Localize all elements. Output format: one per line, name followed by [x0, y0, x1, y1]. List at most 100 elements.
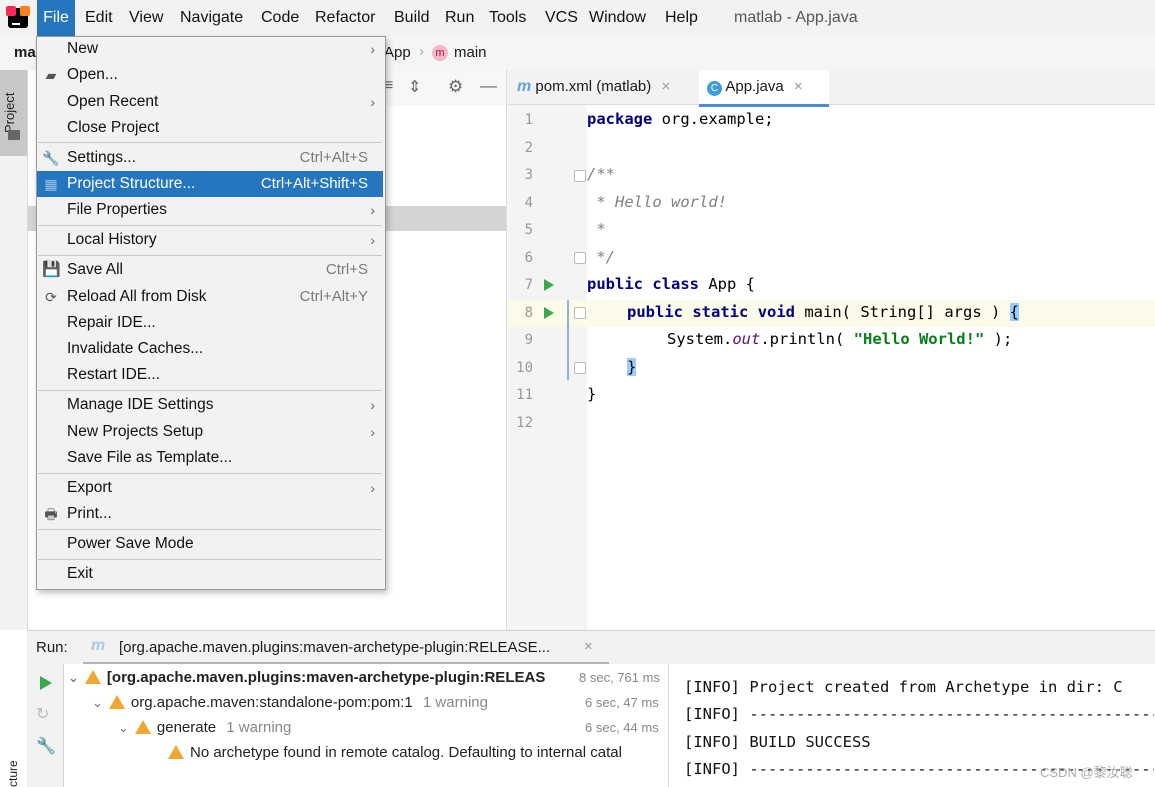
- save-icon: 💾: [42, 261, 61, 278]
- menu-item-open-recent[interactable]: Open Recent ›: [37, 89, 383, 115]
- tree-row[interactable]: ⌄ generate 1 warning: [118, 718, 291, 736]
- close-icon[interactable]: ×: [794, 78, 803, 95]
- menu-item-repair[interactable]: Repair IDE...: [37, 310, 383, 336]
- line-number: 9: [524, 332, 533, 348]
- close-icon[interactable]: ×: [584, 638, 593, 655]
- intellij-logo-icon[interactable]: [6, 6, 30, 28]
- fold-icon[interactable]: [574, 362, 586, 374]
- fold-icon[interactable]: [574, 307, 586, 319]
- code-line-4[interactable]: * Hello world!: [587, 193, 727, 211]
- minimize-icon[interactable]: —: [480, 76, 497, 96]
- chevron-right-icon: ›: [370, 232, 375, 248]
- line-number: 7: [524, 277, 533, 293]
- tree-row[interactable]: No archetype found in remote catalog. De…: [168, 743, 668, 761]
- expand-icon[interactable]: ⇕: [408, 77, 421, 97]
- refresh-icon: ⟳: [45, 289, 57, 305]
- close-icon[interactable]: ×: [661, 78, 670, 95]
- code-line-1[interactable]: package org.example;: [587, 110, 774, 128]
- run-label: Run:: [36, 639, 68, 656]
- menu-item-save-all[interactable]: 💾 Save All Ctrl+S: [37, 257, 383, 283]
- breadcrumb-class[interactable]: App: [384, 44, 411, 61]
- run-gutter-icon[interactable]: [544, 279, 554, 291]
- menu-separator: [38, 559, 382, 560]
- menu-item-close-project[interactable]: Close Project: [37, 115, 383, 141]
- menu-item-new-projects-setup[interactable]: New Projects Setup ›: [37, 419, 383, 445]
- menu-item-print[interactable]: 🖶 Print...: [37, 501, 383, 527]
- run-panel-header: Run: m [org.apache.maven.plugins:maven-a…: [27, 630, 1155, 665]
- menu-navigate[interactable]: Navigate: [180, 0, 243, 36]
- menu-edit[interactable]: Edit: [85, 0, 113, 36]
- fold-icon[interactable]: [574, 252, 586, 264]
- tab-app-java[interactable]: C App.java ×: [699, 70, 829, 107]
- breadcrumb-method[interactable]: main: [454, 44, 487, 61]
- menu-item-exit[interactable]: Exit: [37, 561, 383, 587]
- line-number: 10: [516, 360, 533, 376]
- menu-item-reload[interactable]: ⟳ Reload All from Disk Ctrl+Alt+Y: [37, 284, 383, 310]
- wrench-icon[interactable]: 🔧: [36, 736, 56, 756]
- code-line-3[interactable]: /**: [587, 165, 615, 183]
- class-icon: C: [707, 81, 722, 96]
- menu-refactor[interactable]: Refactor: [315, 0, 375, 36]
- chevron-right-icon: ›: [370, 94, 375, 110]
- fold-icon[interactable]: [574, 170, 586, 182]
- menu-item-new[interactable]: New ›: [37, 36, 383, 62]
- menu-item-settings[interactable]: 🔧 Settings... Ctrl+Alt+S: [37, 145, 383, 171]
- menu-item-project-structure[interactable]: ▦ Project Structure... Ctrl+Alt+Shift+S: [37, 171, 383, 197]
- tree-time: 6 sec, 44 ms: [585, 720, 659, 735]
- menu-window[interactable]: Window: [589, 0, 646, 36]
- menu-vcs[interactable]: VCS: [545, 0, 578, 36]
- tree-row[interactable]: ⌄ org.apache.maven:standalone-pom:pom:1 1…: [92, 693, 488, 711]
- menu-item-invalidate[interactable]: Invalidate Caches...: [37, 336, 383, 362]
- menu-view[interactable]: View: [129, 0, 163, 36]
- menu-build[interactable]: Build: [394, 0, 430, 36]
- watermark: CSDN @黎汝聪: [1040, 765, 1133, 780]
- breadcrumb-separator-icon: ›: [419, 43, 424, 60]
- line-number: 6: [524, 250, 533, 266]
- editor-tabs: m pom.xml (matlab) × C App.java ×: [507, 70, 1155, 107]
- line-number: 5: [524, 222, 533, 238]
- gear-icon[interactable]: ⚙: [448, 77, 463, 97]
- chevron-right-icon: ›: [370, 397, 375, 413]
- project-structure-icon: ▦: [44, 176, 58, 192]
- menu-code[interactable]: Code: [261, 0, 299, 36]
- code-line-11[interactable]: }: [587, 385, 596, 403]
- menu-item-local-history[interactable]: Local History ›: [37, 227, 383, 253]
- run-gutter-icon[interactable]: [544, 307, 554, 319]
- printer-icon: 🖶: [44, 506, 58, 522]
- rerun-icon[interactable]: [40, 676, 52, 690]
- menu-item-manage-ide[interactable]: Manage IDE Settings ›: [37, 392, 383, 418]
- warning-icon: [134, 720, 151, 734]
- menu-item-power-save[interactable]: Power Save Mode: [37, 531, 383, 557]
- rerun-failed-icon[interactable]: ↻: [36, 704, 49, 724]
- line-number: 12: [516, 415, 533, 431]
- chevron-right-icon: ›: [370, 202, 375, 218]
- tree-row[interactable]: ⌄ [org.apache.maven.plugins:maven-archety…: [68, 668, 576, 686]
- code-line-10[interactable]: }: [627, 358, 637, 376]
- tab-pom-xml[interactable]: m pom.xml (matlab) ×: [517, 70, 697, 104]
- menu-item-open[interactable]: ▰ Open...: [37, 62, 383, 88]
- menu-run[interactable]: Run: [445, 0, 474, 36]
- run-tab-label[interactable]: [org.apache.maven.plugins:maven-archetyp…: [119, 639, 550, 656]
- menu-tools[interactable]: Tools: [489, 0, 526, 36]
- menu-item-restart[interactable]: Restart IDE...: [37, 362, 383, 388]
- menu-separator: [38, 255, 382, 256]
- code-line-7[interactable]: public class App {: [587, 275, 755, 293]
- folder-open-icon: ▰: [45, 67, 57, 83]
- structure-tab-label[interactable]: cture: [6, 744, 24, 787]
- menu-item-file-properties[interactable]: File Properties ›: [37, 197, 383, 223]
- menu-bar: File Edit View Navigate Code Refactor Bu…: [0, 0, 1155, 36]
- code-line-6[interactable]: */: [587, 248, 615, 266]
- menu-separator: [38, 529, 382, 530]
- menu-item-save-template[interactable]: Save File as Template...: [37, 445, 383, 471]
- menu-file[interactable]: File: [37, 0, 75, 36]
- menu-item-export[interactable]: Export ›: [37, 475, 383, 501]
- code-line-5[interactable]: *: [587, 220, 605, 238]
- menu-help[interactable]: Help: [665, 0, 698, 36]
- tab-label: App.java: [725, 78, 784, 95]
- code-line-8[interactable]: public static void main( String[] args )…: [627, 303, 1019, 321]
- breadcrumb-project[interactable]: ma: [14, 44, 36, 61]
- wrench-icon: 🔧: [42, 150, 60, 166]
- code-line-9[interactable]: System.out.println( "Hello World!" );: [667, 330, 1012, 348]
- line-number: 2: [524, 140, 533, 156]
- scope-indicator: [567, 300, 569, 380]
